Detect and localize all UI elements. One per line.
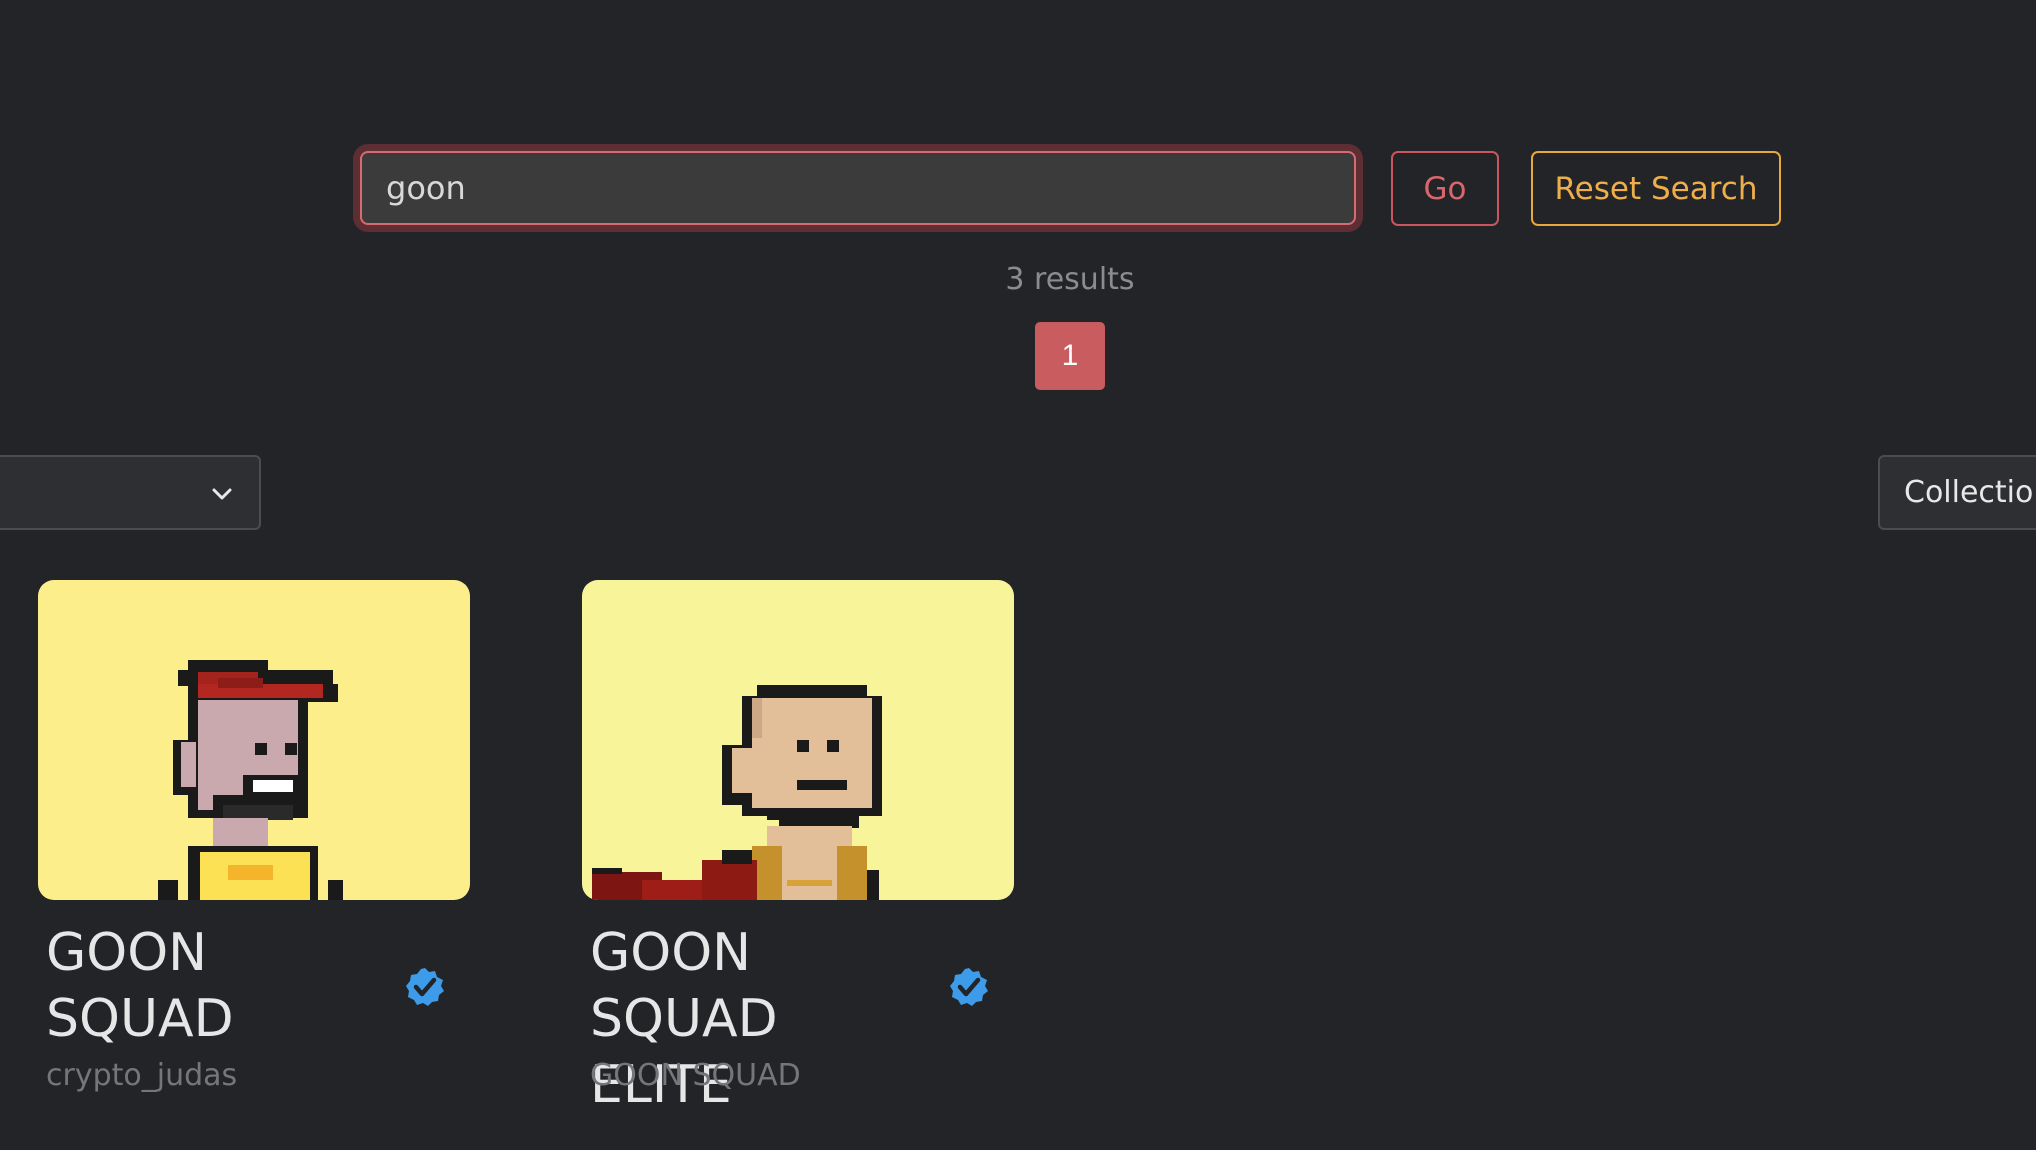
results-count: 3 results	[1005, 262, 1135, 297]
clipped-header-text	[740, 0, 920, 4]
search-input[interactable]	[360, 151, 1356, 225]
reset-search-button[interactable]: Reset Search	[1531, 151, 1781, 226]
verified-badge-icon	[406, 968, 444, 1006]
chevron-down-icon	[212, 488, 232, 500]
collection-card-image[interactable]	[582, 580, 1014, 900]
pixel-avatar-goon-squad	[38, 580, 470, 900]
card-title-line-2: SQUAD ELITE	[590, 989, 778, 1115]
pixel-avatar-goon-squad-elite	[582, 580, 1014, 900]
card-title-line-2: SQUAD	[46, 989, 234, 1049]
card-title-line-1: GOON	[590, 923, 752, 983]
collection-card-creator[interactable]: GOON SQUAD	[590, 1058, 801, 1093]
card-title-line-1: GOON	[46, 923, 208, 983]
sort-dropdown[interactable]	[0, 455, 261, 530]
collection-card[interactable]: GOON SQUAD ELITE GOON SQUAD	[582, 580, 1014, 1115]
collection-card[interactable]: GOON SQUAD crypto_judas	[38, 580, 470, 1093]
collection-card-image[interactable]	[38, 580, 470, 900]
collection-card-creator[interactable]: crypto_judas	[46, 1058, 237, 1093]
collection-dropdown-label: Collection	[1904, 475, 2036, 510]
go-button[interactable]: Go	[1391, 151, 1499, 226]
page: Go Reset Search 3 results 1 Collection	[0, 0, 2036, 1150]
pagination-page-1[interactable]: 1	[1035, 322, 1105, 390]
verified-badge-icon	[950, 968, 988, 1006]
collection-card-title[interactable]: GOON SQUAD	[46, 920, 386, 1052]
collection-dropdown[interactable]: Collection	[1878, 455, 2036, 530]
